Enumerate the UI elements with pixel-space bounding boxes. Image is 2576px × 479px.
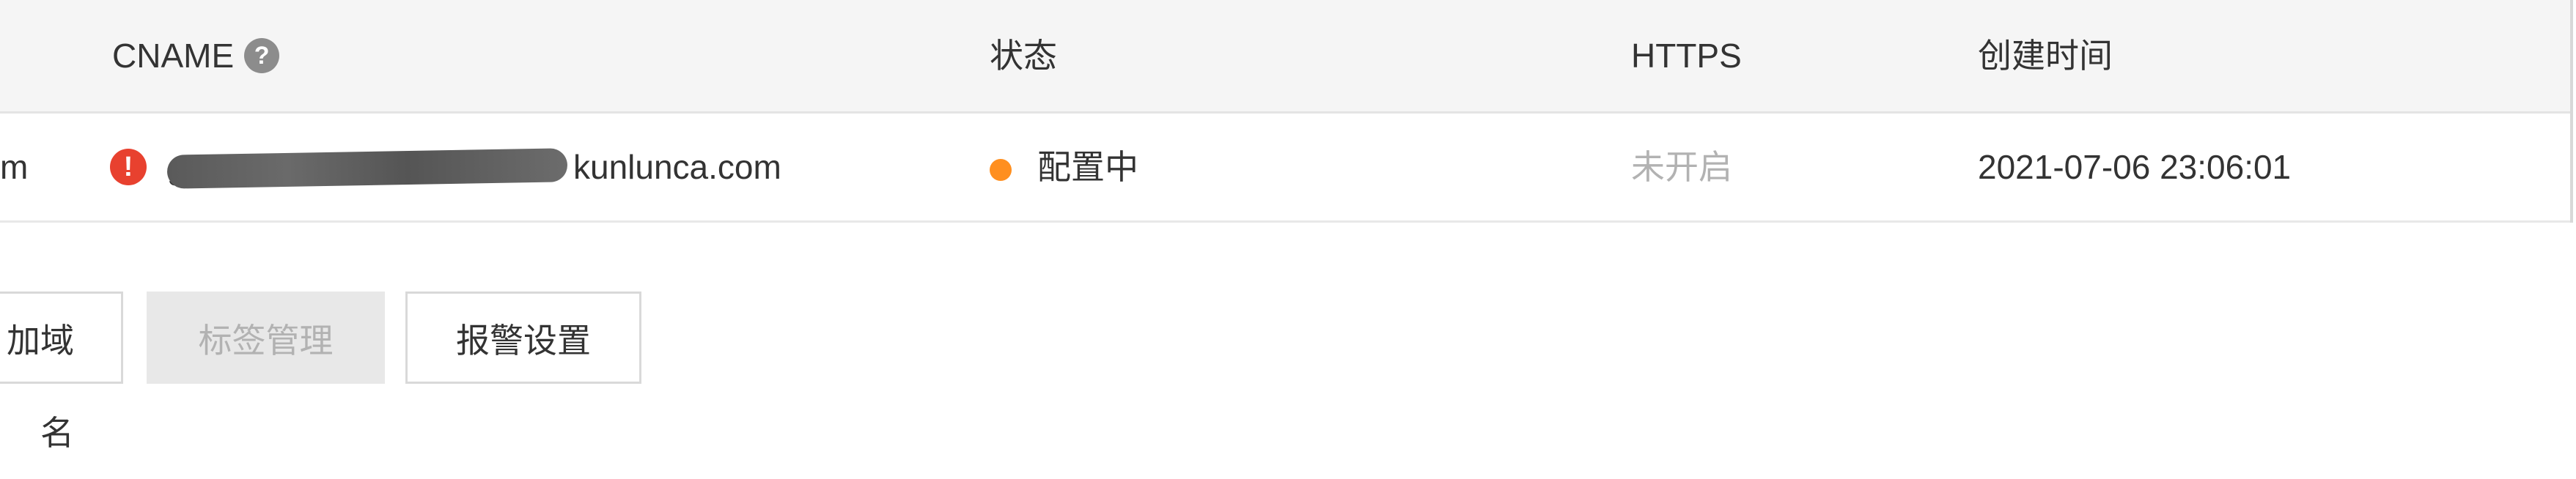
- cname-header-label: CNAME: [112, 37, 235, 75]
- table-right-border: [2570, 0, 2573, 223]
- status-text: 配置中: [1037, 148, 1138, 186]
- column-header-status: 状态: [990, 37, 1057, 75]
- tag-manage-button[interactable]: 标签管理: [147, 292, 385, 384]
- status-dot-icon: [990, 159, 1012, 181]
- question-circle-icon[interactable]: ?: [244, 37, 280, 73]
- redaction-mark: [166, 148, 568, 189]
- table-row: m ! g kunlunca.com 配置中 未开启 2021-07-06 23…: [0, 114, 2570, 223]
- https-status-text: 未开启: [1631, 148, 1732, 186]
- add-domain-button[interactable]: 加域名: [0, 292, 123, 452]
- column-header-created-time: 创建时间: [1978, 37, 2113, 75]
- domain-name-cell[interactable]: m: [0, 114, 28, 220]
- column-header-https: HTTPS: [1631, 37, 1742, 75]
- created-time-text: 2021-07-06 23:06:01: [1978, 148, 2292, 186]
- column-header-cname: CNAME?: [112, 0, 280, 111]
- exclamation-circle-icon[interactable]: !: [110, 149, 147, 185]
- cname-value: kunlunca.com: [573, 148, 781, 186]
- table-header-row: CNAME? 状态 HTTPS 创建时间: [0, 0, 2570, 114]
- alarm-settings-button[interactable]: 报警设置: [405, 292, 641, 384]
